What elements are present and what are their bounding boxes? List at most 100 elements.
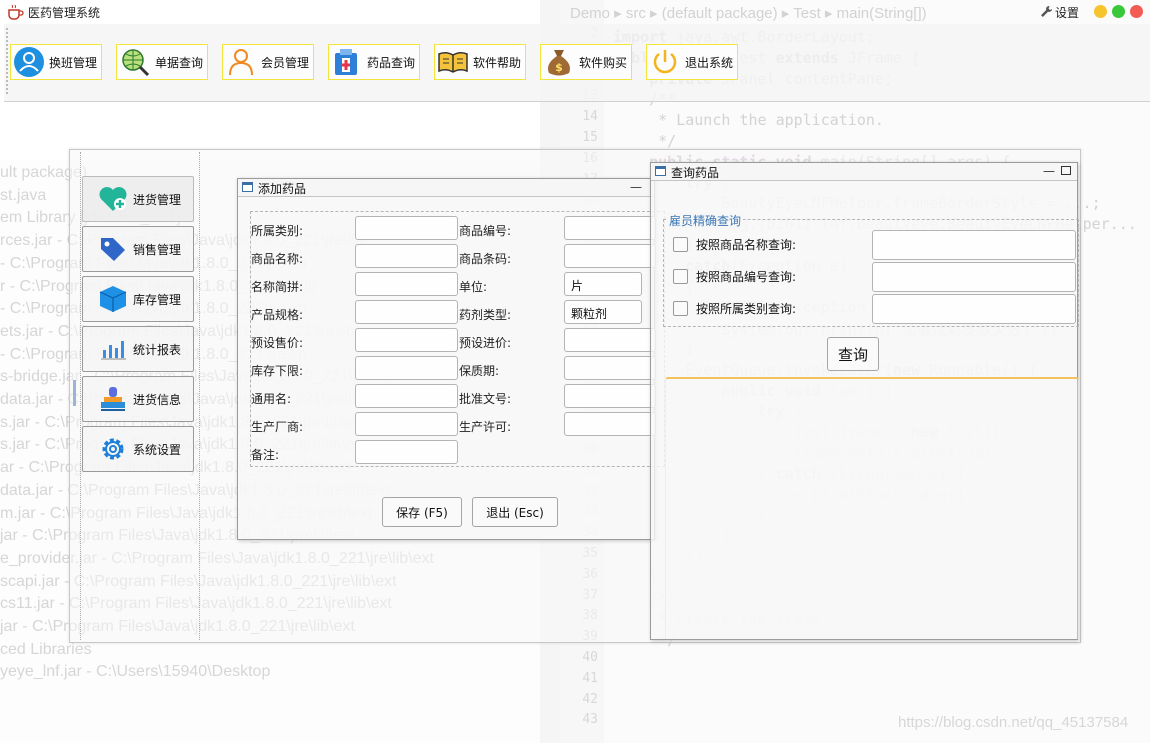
open-book-icon xyxy=(437,46,469,78)
maximize-window-button[interactable] xyxy=(1112,5,1125,18)
shelf-life-label: 保质期: xyxy=(459,364,500,378)
close-window-button[interactable] xyxy=(1130,5,1143,18)
tree-line: yeye_lnf.jar - C:\Users\15940\Desktop xyxy=(0,663,271,681)
line-number: 14 xyxy=(582,109,598,125)
dosage-type-select[interactable]: 颗粒剂 xyxy=(564,300,642,324)
tree-line: ced Libraries xyxy=(0,640,92,658)
sidebar-scrollbar[interactable] xyxy=(73,380,76,406)
spec-field[interactable] xyxy=(355,300,458,324)
tree-line: st.java xyxy=(0,186,47,204)
toolbar-label: 退出系统 xyxy=(685,55,734,70)
sidebar-item-system-settings[interactable]: 系统设置 xyxy=(82,426,194,472)
unit-label: 单位: xyxy=(459,280,488,294)
bar-chart-icon xyxy=(97,334,129,364)
unit-select[interactable]: 片 xyxy=(564,272,642,296)
sidebar-item-label: 系统设置 xyxy=(133,442,182,457)
toolbar-purchase-button[interactable]: $ 软件购买 xyxy=(540,44,633,80)
production-license-label: 生产许可: xyxy=(459,420,512,434)
query-drug-window: 查询药品 — 雇员精确查询 按照商品名称查询: 按照商品编号查询: 按照所属类别… xyxy=(650,162,1079,640)
user-circle-icon xyxy=(13,46,45,78)
settings-button[interactable]: 设置 xyxy=(1040,4,1079,21)
minimize-window-button[interactable] xyxy=(1094,5,1107,18)
product-code-label: 商品编号: xyxy=(459,224,512,238)
query-by-category-checkbox[interactable] xyxy=(673,301,688,316)
maximize-icon[interactable] xyxy=(1061,166,1071,175)
product-code-field[interactable] xyxy=(564,216,656,240)
dosage-type-label: 药剂类型: xyxy=(459,308,512,322)
toolbar-drug-query-button[interactable]: 药品查询 xyxy=(328,44,421,80)
purchase-price-field[interactable] xyxy=(564,328,656,352)
add-drug-window: 添加药品 — 所属类别: 商品名称: 名称简拼: 产品规格: 预设售价: 库存下… xyxy=(237,178,665,540)
sidebar-item-label: 统计报表 xyxy=(133,342,182,357)
medical-kit-icon xyxy=(331,46,363,78)
toolbar-member-management-button[interactable]: 会员管理 xyxy=(222,44,315,80)
query-result-panel xyxy=(665,377,1079,639)
sale-price-label: 预设售价: xyxy=(251,336,304,350)
window-frame-icon xyxy=(242,182,253,192)
line-number: 43 xyxy=(582,712,598,728)
globe-search-icon xyxy=(119,46,151,78)
query-by-category-label: 按照所属类别查询: xyxy=(696,302,797,316)
add-drug-title: 添加药品 xyxy=(258,182,307,196)
line-number: 42 xyxy=(582,691,598,707)
toolbar-label: 软件帮助 xyxy=(473,55,522,70)
window-titlebar: 医药管理系统 设置 xyxy=(0,0,1150,24)
barcode-field[interactable] xyxy=(564,244,656,268)
stock-min-field[interactable] xyxy=(355,356,458,380)
sidebar-item-purchase-info[interactable]: 进货信息 xyxy=(82,376,194,422)
exit-button[interactable]: 退出 (Esc) xyxy=(472,497,558,527)
sidebar-item-sales-management[interactable]: 销售管理 xyxy=(82,226,194,272)
query-by-code-checkbox[interactable] xyxy=(673,269,688,284)
query-category-field[interactable] xyxy=(872,294,1076,324)
query-by-code-option[interactable]: 按照商品编号查询: xyxy=(673,268,796,285)
query-drug-titlebar[interactable]: 查询药品 — xyxy=(651,163,1077,181)
category-label: 所属类别: xyxy=(251,224,304,238)
money-bag-icon: $ xyxy=(543,46,575,78)
remark-label: 备注: xyxy=(251,448,280,462)
query-by-code-label: 按照商品编号查询: xyxy=(696,270,797,284)
purchase-price-label: 预设进价: xyxy=(459,336,512,350)
window-title: 医药管理系统 xyxy=(28,6,101,20)
sale-price-field[interactable] xyxy=(355,328,458,352)
production-license-field[interactable] xyxy=(564,412,656,436)
toolbar-label: 软件购买 xyxy=(579,55,628,70)
power-icon xyxy=(649,46,681,78)
toolbar-label: 会员管理 xyxy=(261,55,310,70)
manufacturer-field[interactable] xyxy=(355,412,458,436)
line-number: 15 xyxy=(582,130,598,145)
sidebar-item-purchase-management[interactable]: 进货管理 xyxy=(82,176,194,222)
sidebar-item-statistics-report[interactable]: 统计报表 xyxy=(82,326,194,372)
svg-text:$: $ xyxy=(555,61,563,74)
category-field[interactable] xyxy=(355,216,458,240)
csdn-watermark: https://blog.csdn.net/qq_45137584 xyxy=(898,714,1129,731)
shelf-life-field[interactable] xyxy=(564,356,656,380)
query-by-category-option[interactable]: 按照所属类别查询: xyxy=(673,300,796,317)
sidebar-item-inventory-management[interactable]: 库存管理 xyxy=(82,276,194,322)
save-button[interactable]: 保存 (F5) xyxy=(382,497,462,527)
add-drug-titlebar[interactable]: 添加药品 — xyxy=(238,179,654,197)
cube-icon xyxy=(97,284,129,314)
product-name-field[interactable] xyxy=(355,244,458,268)
wrench-icon xyxy=(1040,5,1053,21)
name-abbr-field[interactable] xyxy=(355,272,458,296)
toolbar-exit-button[interactable]: 退出系统 xyxy=(646,44,739,80)
query-name-field[interactable] xyxy=(872,230,1076,260)
query-by-name-checkbox[interactable] xyxy=(673,237,688,252)
remark-field[interactable] xyxy=(355,440,458,464)
query-button[interactable]: 查询 xyxy=(827,337,879,371)
minimize-icon[interactable]: — xyxy=(1043,164,1055,178)
window-controls xyxy=(1094,5,1143,18)
price-tag-icon xyxy=(97,234,129,264)
toolbar-document-query-button[interactable]: 单据查询 xyxy=(116,44,209,80)
toolbar-help-button[interactable]: 软件帮助 xyxy=(434,44,527,80)
generic-name-field[interactable] xyxy=(355,384,458,408)
code-line: * Launch the application. xyxy=(613,111,884,130)
main-toolbar: 换班管理 单据查询 会员管理 药品查询 软件帮助 $ 软件购买 退出系统 xyxy=(4,24,1150,102)
stamp-icon xyxy=(97,384,129,414)
query-code-field[interactable] xyxy=(872,262,1076,292)
toolbar-shift-management-button[interactable]: 换班管理 xyxy=(10,44,103,80)
sidebar-item-label: 进货管理 xyxy=(133,192,182,207)
minimize-icon[interactable]: — xyxy=(630,180,642,194)
approval-number-field[interactable] xyxy=(564,384,656,408)
query-by-name-option[interactable]: 按照商品名称查询: xyxy=(673,236,796,253)
